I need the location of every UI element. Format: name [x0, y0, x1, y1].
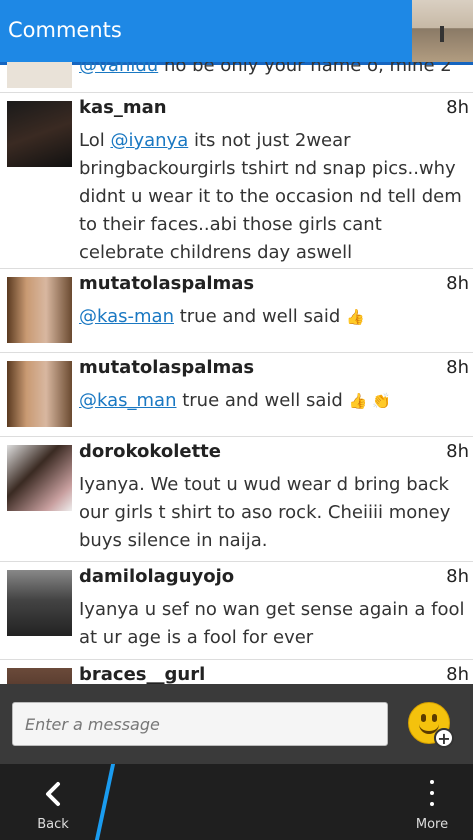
message-input[interactable] [12, 702, 388, 746]
comment-item[interactable]: kas_man 8h Lol @iyanya its not just 2wea… [0, 93, 473, 269]
comment-body: Lol @iyanya its not just 2wear bringback… [79, 127, 467, 267]
comment-item[interactable]: braces__gurl 8h [0, 660, 473, 684]
mention-link[interactable]: @Vanidu [79, 62, 158, 76]
post-thumbnail[interactable] [412, 0, 473, 62]
comment-text: @Vanidu no be only your name o, mine 2 [79, 62, 452, 76]
username[interactable]: dorokokolette [79, 441, 221, 462]
timestamp: 8h [446, 441, 469, 462]
avatar[interactable] [7, 570, 72, 636]
more-button[interactable]: More [407, 776, 457, 836]
comment-text: true and well said [173, 306, 347, 327]
avatar[interactable] [7, 361, 72, 427]
comment-body: Iyanya u sef no wan get sense again a fo… [79, 596, 467, 652]
back-button[interactable]: Back [24, 776, 82, 836]
app-header: Comments [0, 0, 473, 65]
username[interactable]: braces__gurl [79, 664, 205, 684]
comment-list[interactable]: @Vanidu no be only your name o, mine 2 k… [0, 62, 473, 684]
username[interactable]: mutatolaspalmas [79, 357, 254, 378]
comment-text: true and well said [176, 390, 349, 411]
avatar[interactable] [7, 277, 72, 343]
emoji-icon: 👍 👏 [348, 392, 391, 410]
comment-text: Iyanya u sef no wan get sense again a fo… [79, 599, 465, 648]
more-vertical-icon [430, 780, 434, 813]
timestamp: 8h [446, 566, 469, 587]
comment-item-partial[interactable]: @Vanidu no be only your name o, mine 2 [0, 62, 473, 93]
comment-body: @kas-man true and well said 👍 [79, 303, 467, 331]
comment-body: Iyanya. We tout u wud wear d bring back … [79, 471, 467, 555]
emoji-icon: 👍 [346, 308, 365, 326]
username[interactable]: kas_man [79, 97, 167, 118]
avatar[interactable] [7, 445, 72, 511]
divider [94, 764, 116, 840]
avatar[interactable] [7, 668, 72, 684]
avatar[interactable] [7, 62, 72, 88]
mention-link[interactable]: @iyanya [110, 130, 188, 151]
comment-item[interactable]: mutatolaspalmas 8h @kas_man true and wel… [0, 353, 473, 437]
add-icon[interactable]: + [434, 728, 454, 748]
mention-link[interactable]: @kas_man [79, 390, 177, 411]
timestamp: 8h [446, 357, 469, 378]
timestamp: 8h [446, 664, 469, 684]
comment-item[interactable]: dorokokolette 8h Iyanya. We tout u wud w… [0, 437, 473, 562]
more-label: More [415, 817, 449, 832]
comment-text: Lol [79, 130, 111, 151]
comment-text: Iyanya. We tout u wud wear d bring back … [79, 474, 451, 551]
comment-item[interactable]: mutatolaspalmas 8h @kas-man true and wel… [0, 269, 473, 353]
message-composer [0, 684, 473, 764]
username[interactable]: damilolaguyojo [79, 566, 234, 587]
timestamp: 8h [446, 97, 469, 118]
timestamp: 8h [446, 273, 469, 294]
page-title: Comments [8, 18, 122, 42]
mention-link[interactable]: @kas-man [79, 306, 174, 327]
username[interactable]: mutatolaspalmas [79, 273, 254, 294]
comment-body: @kas_man true and well said 👍 👏 [79, 387, 467, 415]
chevron-left-icon [46, 782, 60, 806]
comment-item[interactable]: damilolaguyojo 8h Iyanya u sef no wan ge… [0, 562, 473, 660]
action-bar: Back More [0, 764, 473, 840]
avatar[interactable] [7, 101, 72, 167]
back-label: Back [37, 817, 69, 832]
